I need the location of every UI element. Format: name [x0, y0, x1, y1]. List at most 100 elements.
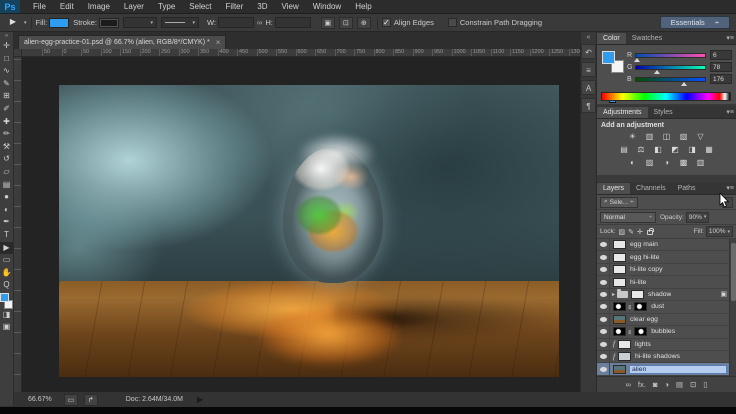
layer-row[interactable]: fhi-lite shadows [597, 351, 729, 363]
layer-mask-thumbnail[interactable] [634, 302, 647, 311]
workspace-switcher[interactable]: Essentials ÷ [660, 16, 730, 29]
visibility-toggle[interactable] [597, 339, 610, 350]
channel-slider-r[interactable] [635, 53, 706, 58]
stroke-type-select[interactable]: ▾ [161, 17, 199, 28]
layer-group-icon[interactable]: ▤ [676, 380, 683, 389]
layer-row[interactable]: hi-lite [597, 276, 729, 288]
shape-tool[interactable]: ▭ [0, 254, 13, 267]
menu-layer[interactable]: Layer [117, 0, 151, 14]
vibrance-icon[interactable]: ▽ [694, 131, 707, 143]
layer-row[interactable]: hi-lite copy [597, 264, 729, 276]
link-layers-icon[interactable]: ∞ [626, 380, 631, 389]
fg-color-well[interactable] [602, 51, 615, 64]
color-balance-icon[interactable]: ⚖ [635, 144, 648, 156]
menu-select[interactable]: Select [182, 0, 218, 14]
status-options-arrow[interactable]: ▶ [197, 395, 203, 404]
layer-row[interactable]: flights [597, 339, 729, 351]
tab-close-icon[interactable]: × [216, 38, 221, 47]
layers-scrollbar-thumb[interactable] [731, 243, 736, 301]
layers-panel-menu-icon[interactable]: ▾≡ [726, 184, 734, 192]
gradient-tool[interactable]: ▤ [0, 179, 13, 192]
channel-mixer-icon[interactable]: ◨ [686, 144, 699, 156]
layer-thumbnail[interactable] [613, 315, 626, 324]
menu-filter[interactable]: Filter [219, 0, 251, 14]
menu-view[interactable]: View [275, 0, 306, 14]
channel-slider-thumb[interactable] [634, 58, 640, 62]
layer-thumbnail[interactable] [613, 302, 626, 311]
align-edges-checkbox[interactable]: ✓ [382, 18, 391, 27]
mask-link-icon[interactable]: ∞ [626, 330, 632, 334]
layer-row[interactable]: ∞bubbles [597, 326, 729, 338]
foreground-background-colors[interactable] [0, 293, 13, 309]
tab-layers[interactable]: Layers [597, 183, 630, 194]
channel-slider-thumb[interactable] [654, 70, 660, 74]
visibility-toggle[interactable] [597, 351, 610, 362]
zoom-tool[interactable]: Q [0, 279, 13, 292]
lock-icon-0[interactable]: ▨ [619, 229, 626, 236]
lock-all-icon[interactable] [647, 230, 653, 235]
channel-value-field[interactable]: 6 [710, 50, 732, 60]
channel-value-field[interactable]: 78 [710, 62, 732, 72]
blur-tool[interactable]: ● [0, 191, 13, 204]
layer-thumbnail[interactable] [613, 278, 626, 287]
menu-type[interactable]: Type [151, 0, 182, 14]
layer-thumbnail[interactable] [613, 265, 626, 274]
dodge-tool[interactable]: ◐ [0, 204, 13, 217]
layer-mask-icon[interactable]: ◙ [653, 380, 658, 389]
threshold-icon[interactable]: ◑ [660, 157, 673, 169]
layer-thumbnail[interactable] [613, 365, 626, 374]
tool-preset-arrow[interactable]: ▾ [24, 20, 27, 26]
current-tool-icon[interactable]: ▶ [4, 17, 22, 29]
path-selection-tool[interactable]: ▶ [0, 242, 13, 255]
color-panel-menu-icon[interactable]: ▾≡ [726, 34, 734, 42]
zoom-level-field[interactable]: 66.67% [28, 396, 52, 403]
visibility-toggle[interactable] [597, 301, 610, 312]
visibility-toggle[interactable] [597, 276, 610, 287]
width-field[interactable] [218, 17, 254, 28]
hand-tool[interactable]: ✋ [0, 267, 13, 280]
layer-row[interactable]: ▸shadow▣ [597, 289, 729, 301]
curves-icon[interactable]: ◫ [660, 131, 673, 143]
channel-slider-b[interactable] [635, 77, 706, 82]
path-operation-button-1[interactable]: ⊡ [339, 17, 353, 29]
black-white-icon[interactable]: ◧ [652, 144, 665, 156]
visibility-toggle[interactable] [597, 264, 610, 275]
blend-mode-select[interactable]: Normal ÷ [600, 212, 656, 223]
gradient-map-icon[interactable]: ▥ [694, 157, 707, 169]
selective-color-icon[interactable]: ▩ [677, 157, 690, 169]
channel-value-field[interactable]: 176 [710, 74, 732, 84]
path-operation-button-0[interactable]: ▣ [321, 17, 335, 29]
status-icon-0[interactable]: ▭ [64, 394, 78, 406]
photo-filter-icon[interactable]: ◩ [669, 144, 682, 156]
menu-help[interactable]: Help [348, 0, 378, 14]
canvas-artwork-alien-egg[interactable] [59, 85, 559, 377]
color-panel-fg-bg[interactable] [602, 51, 624, 73]
mask-link-icon[interactable]: ∞ [626, 305, 632, 309]
tab-adjustments[interactable]: Adjustments [597, 107, 648, 118]
layers-scrollbar[interactable] [729, 239, 736, 376]
layer-effects-icon[interactable]: fx. [638, 380, 646, 389]
fill-swatch[interactable] [49, 18, 69, 28]
layer-thumbnail[interactable] [618, 340, 631, 349]
adjustments-panel-menu-icon[interactable]: ▾≡ [726, 108, 734, 116]
layer-mask-thumbnail[interactable] [634, 327, 647, 336]
layer-filter-select[interactable]: ⌕ Sele... ÷ [600, 197, 638, 208]
properties-panel-icon[interactable]: ≡ [581, 62, 596, 77]
invert-icon[interactable]: ◐ [626, 157, 639, 169]
delete-layer-icon[interactable]: ▯ [703, 380, 707, 389]
link-dimensions-icon[interactable]: ∞ [257, 18, 262, 27]
menu-window[interactable]: Window [306, 0, 348, 14]
paragraph-panel-icon[interactable]: ¶ [581, 98, 596, 113]
dock-collapse-icon[interactable]: « [587, 34, 591, 41]
tab-channels[interactable]: Channels [630, 183, 672, 194]
status-icon-1[interactable]: ↱ [84, 394, 98, 406]
path-operation-button-2[interactable]: ⊕ [357, 17, 371, 29]
toolbar-collapse-icon[interactable]: » [5, 32, 8, 40]
color-spectrum-ramp[interactable] [601, 92, 731, 101]
eraser-tool[interactable]: ▱ [0, 166, 13, 179]
menu-image[interactable]: Image [81, 0, 117, 14]
tab-swatches[interactable]: Swatches [626, 33, 668, 44]
adjustment-layer-icon[interactable]: ◑ [664, 380, 669, 389]
history-brush-tool[interactable]: ↺ [0, 153, 13, 166]
channel-slider-thumb[interactable] [681, 82, 687, 86]
